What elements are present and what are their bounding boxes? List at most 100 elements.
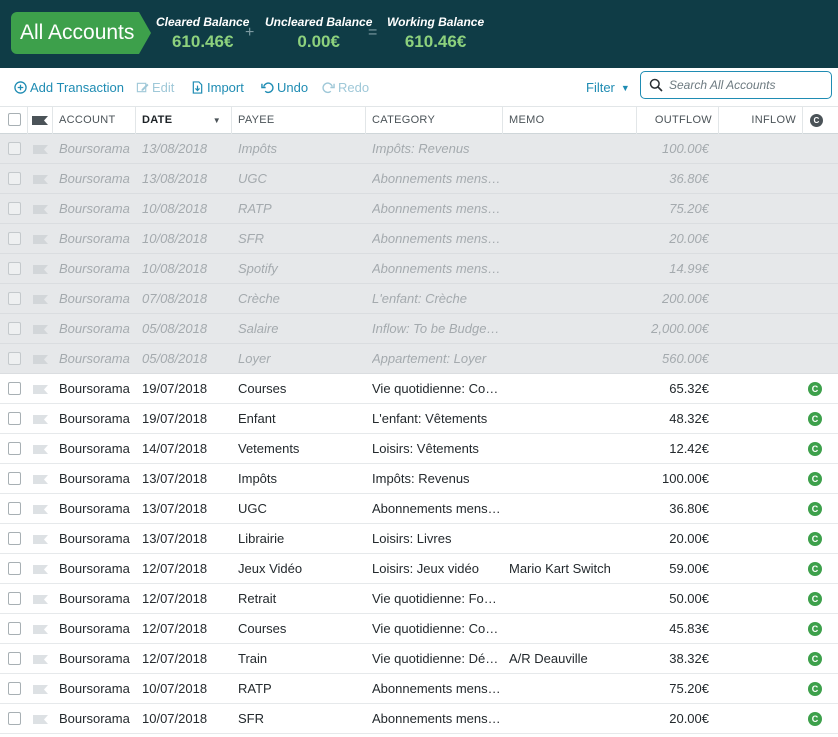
search-input[interactable] (669, 78, 829, 92)
cell-outflow[interactable]: 36.80€ (637, 164, 709, 194)
scheduled-transaction-row[interactable]: Boursorama 10/08/2018 SFR Abonnements me… (0, 224, 838, 254)
row-checkbox[interactable] (8, 382, 21, 395)
column-memo[interactable]: MEMO (503, 107, 637, 134)
flag-icon[interactable] (33, 355, 48, 364)
cell-memo[interactable] (509, 314, 635, 344)
row-checkbox[interactable] (8, 622, 21, 635)
cell-payee[interactable]: Enfant (238, 404, 364, 434)
cell-account[interactable]: Boursorama (59, 554, 135, 584)
edit-button[interactable]: Edit (136, 80, 174, 95)
cell-date[interactable]: 05/08/2018 (142, 314, 230, 344)
cell-outflow[interactable]: 36.80€ (637, 494, 709, 524)
flag-icon[interactable] (33, 295, 48, 304)
cell-category[interactable]: L'enfant: Vêtements (372, 404, 502, 434)
row-checkbox[interactable] (8, 322, 21, 335)
flag-icon[interactable] (33, 445, 48, 454)
row-checkbox[interactable] (8, 472, 21, 485)
cell-date[interactable]: 19/07/2018 (142, 404, 230, 434)
cell-payee[interactable]: Courses (238, 614, 364, 644)
cell-account[interactable]: Boursorama (59, 704, 135, 734)
cell-outflow[interactable]: 38.32€ (637, 644, 709, 674)
transaction-row[interactable]: Boursorama 19/07/2018 Enfant L'enfant: V… (0, 404, 838, 434)
cleared-icon[interactable]: C (808, 592, 822, 606)
cell-payee[interactable]: Vetements (238, 434, 364, 464)
flag-icon[interactable] (33, 595, 48, 604)
cell-account[interactable]: Boursorama (59, 644, 135, 674)
cell-category[interactable]: Abonnements mensuel… (372, 164, 502, 194)
flag-icon[interactable] (33, 685, 48, 694)
cell-payee[interactable]: Train (238, 644, 364, 674)
flag-icon[interactable] (33, 175, 48, 184)
cell-payee[interactable]: SFR (238, 704, 364, 734)
transaction-row[interactable]: Boursorama 12/07/2018 Train Vie quotidie… (0, 644, 838, 674)
column-outflow[interactable]: OUTFLOW (637, 107, 719, 134)
cell-outflow[interactable]: 50.00€ (637, 584, 709, 614)
row-checkbox[interactable] (8, 592, 21, 605)
cell-inflow[interactable] (719, 344, 793, 374)
cleared-icon[interactable]: C (808, 412, 822, 426)
cleared-icon[interactable]: C (808, 622, 822, 636)
cell-category[interactable]: Appartement: Loyer (372, 344, 502, 374)
cell-payee[interactable]: SFR (238, 224, 364, 254)
cell-memo[interactable] (509, 674, 635, 704)
cell-inflow[interactable] (719, 224, 793, 254)
cell-memo[interactable] (509, 614, 635, 644)
cell-memo[interactable] (509, 284, 635, 314)
cell-outflow[interactable]: 20.00€ (637, 224, 709, 254)
add-transaction-button[interactable]: Add Transaction (14, 80, 124, 95)
cell-outflow[interactable]: 560.00€ (637, 344, 709, 374)
cell-account[interactable]: Boursorama (59, 374, 135, 404)
search-box[interactable] (640, 71, 832, 99)
row-checkbox[interactable] (8, 172, 21, 185)
cell-category[interactable]: Vie quotidienne: Dép… (372, 644, 502, 674)
flag-header-icon[interactable] (32, 116, 48, 125)
scheduled-transaction-row[interactable]: Boursorama 05/08/2018 Loyer Appartement:… (0, 344, 838, 374)
transaction-row[interactable]: Boursorama 19/07/2018 Courses Vie quotid… (0, 374, 838, 404)
column-date[interactable]: DATE ▼ (136, 107, 232, 134)
flag-icon[interactable] (33, 235, 48, 244)
row-checkbox[interactable] (8, 262, 21, 275)
row-checkbox[interactable] (8, 562, 21, 575)
flag-icon[interactable] (33, 565, 48, 574)
row-checkbox[interactable] (8, 502, 21, 515)
cell-outflow[interactable]: 48.32€ (637, 404, 709, 434)
cell-payee[interactable]: Retrait (238, 584, 364, 614)
cell-category[interactable]: Vie quotidienne: Fou… (372, 584, 502, 614)
cell-inflow[interactable] (719, 194, 793, 224)
undo-button[interactable]: Undo (261, 80, 308, 95)
cell-payee[interactable]: Salaire (238, 314, 364, 344)
cell-inflow[interactable] (719, 134, 793, 164)
column-account[interactable]: ACCOUNT (53, 107, 136, 134)
cell-account[interactable]: Boursorama (59, 344, 135, 374)
row-checkbox[interactable] (8, 532, 21, 545)
cell-outflow[interactable]: 20.00€ (637, 524, 709, 554)
cell-inflow[interactable] (719, 434, 793, 464)
cell-memo[interactable] (509, 164, 635, 194)
cell-payee[interactable]: Spotify (238, 254, 364, 284)
redo-button[interactable]: Redo (322, 80, 369, 95)
cell-date[interactable]: 12/07/2018 (142, 614, 230, 644)
cell-memo[interactable] (509, 374, 635, 404)
cell-account[interactable]: Boursorama (59, 464, 135, 494)
cell-date[interactable]: 13/08/2018 (142, 164, 230, 194)
cell-category[interactable]: Abonnements mensuel… (372, 254, 502, 284)
row-checkbox[interactable] (8, 352, 21, 365)
cell-account[interactable]: Boursorama (59, 254, 135, 284)
cell-category[interactable]: L'enfant: Crèche (372, 284, 502, 314)
row-checkbox[interactable] (8, 232, 21, 245)
cleared-icon[interactable]: C (808, 562, 822, 576)
cell-memo[interactable] (509, 404, 635, 434)
row-checkbox[interactable] (8, 682, 21, 695)
cell-outflow[interactable]: 75.20€ (637, 674, 709, 704)
cell-date[interactable]: 12/07/2018 (142, 554, 230, 584)
cell-payee[interactable]: Impôts (238, 464, 364, 494)
flag-icon[interactable] (33, 205, 48, 214)
cell-memo[interactable] (509, 344, 635, 374)
column-payee[interactable]: PAYEE (232, 107, 366, 134)
filter-button[interactable]: Filter ▼ (586, 80, 630, 95)
cell-account[interactable]: Boursorama (59, 584, 135, 614)
cell-inflow[interactable] (719, 644, 793, 674)
cell-account[interactable]: Boursorama (59, 494, 135, 524)
cell-date[interactable]: 05/08/2018 (142, 344, 230, 374)
cell-outflow[interactable]: 100.00€ (637, 134, 709, 164)
